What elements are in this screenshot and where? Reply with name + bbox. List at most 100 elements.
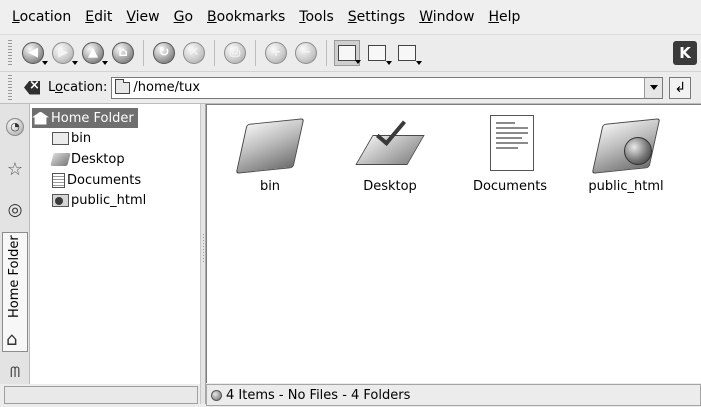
preview-dropdown-icon	[416, 61, 422, 65]
tree-item-label: bin	[71, 130, 92, 146]
location-toolbar-grip[interactable]	[8, 74, 12, 101]
menu-edit[interactable]: Edit	[78, 9, 119, 25]
sidebar-status-bar	[4, 386, 198, 404]
zoom-in-button[interactable]: +	[263, 40, 289, 66]
detail-view-dropdown-icon	[386, 61, 392, 65]
folder-tree: Home Folder bin Desktop Documents public…	[30, 104, 200, 384]
menu-bar: Location Edit View Go Bookmarks Tools Se…	[0, 0, 701, 34]
stop-button[interactable]: ✕	[181, 40, 207, 66]
zoom-out-icon: −	[295, 42, 317, 64]
toolbar-separator	[255, 40, 256, 66]
print-button[interactable]: ⎙	[222, 40, 248, 66]
file-item-label: public_html	[588, 179, 664, 194]
menu-tools[interactable]: Tools	[292, 9, 341, 25]
tree-item-label: public_html	[71, 192, 147, 208]
file-item-documents[interactable]: Documents	[455, 115, 565, 205]
icon-view-button[interactable]	[334, 40, 361, 66]
sidebar-tab-strip: ◔ ☆ ◎ Home Folder ⌂ ᗰ	[0, 104, 30, 384]
file-item-bin[interactable]: bin	[215, 115, 325, 205]
preview-button[interactable]	[394, 40, 422, 66]
file-item-public-html[interactable]: public_html	[571, 115, 681, 205]
file-icon-view: bin Desktop Documents public_html	[206, 104, 701, 383]
menu-location[interactable]: Location	[5, 9, 78, 25]
folder-icon	[115, 78, 131, 94]
home-folder-icon	[32, 111, 49, 125]
web-folder-icon	[591, 115, 661, 174]
back-button[interactable]: ◀	[20, 40, 48, 66]
main-toolbar: ◀ ▶ ▲ ⌂ ↻ ✕ ⎙ + − K	[0, 34, 701, 72]
reload-button[interactable]: ↻	[151, 40, 177, 66]
detail-view-button[interactable]	[364, 40, 392, 66]
tree-item-label: Documents	[67, 172, 142, 188]
folder-icon	[235, 115, 305, 174]
file-item-label: Documents	[472, 179, 548, 194]
location-label: Location:	[48, 80, 108, 95]
tree-item-documents[interactable]: Documents	[52, 170, 141, 190]
desktop-icon	[355, 114, 425, 171]
tree-item-desktop[interactable]: Desktop	[50, 149, 125, 169]
home-folder-tab[interactable]: Home Folder ⌂	[2, 232, 28, 352]
toolbar-separator	[326, 40, 327, 66]
tree-item-label: Desktop	[71, 151, 125, 167]
bookmarks-tab[interactable]: ☆	[4, 158, 26, 180]
menu-view[interactable]: View	[119, 9, 166, 25]
zoom-out-button[interactable]: −	[293, 40, 319, 66]
forward-button[interactable]: ▶	[50, 40, 78, 66]
status-bar: 4 Items - No Files - 4 Folders	[206, 384, 701, 406]
clear-location-icon[interactable]	[24, 80, 40, 95]
services-tab[interactable]: ◎	[4, 199, 26, 221]
icon-view-icon	[338, 45, 356, 61]
up-icon: ▲	[82, 42, 104, 64]
network-tab-icon: ᗰ	[9, 365, 21, 381]
toolbar-separator	[214, 40, 215, 66]
toolbar-separator	[143, 40, 144, 66]
services-tab-icon: ◎	[7, 200, 23, 220]
menu-help[interactable]: Help	[481, 9, 527, 25]
detail-view-icon	[368, 45, 386, 61]
home-folder-tab-label: Home Folder	[7, 235, 22, 318]
menu-window[interactable]: Window	[412, 9, 481, 25]
back-dropdown-icon	[42, 61, 48, 65]
chevron-down-icon	[649, 85, 658, 90]
forward-icon: ▶	[52, 42, 74, 64]
home-tab-icon: ⌂	[6, 329, 18, 350]
icon-view-dropdown-icon	[355, 60, 361, 64]
folder-icon	[52, 131, 69, 145]
location-toolbar: Location: /home/tux ↲	[0, 72, 701, 104]
go-button[interactable]: ↲	[669, 76, 692, 99]
web-folder-icon	[52, 193, 69, 207]
location-input[interactable]: /home/tux	[111, 76, 664, 99]
file-item-label: Desktop	[363, 179, 417, 194]
forward-dropdown-icon	[72, 61, 78, 65]
history-tab-icon: ◔	[6, 118, 24, 136]
location-value: /home/tux	[133, 80, 201, 95]
menu-settings[interactable]: Settings	[341, 9, 412, 25]
tree-root-home-folder[interactable]: Home Folder	[32, 108, 138, 128]
print-icon: ⎙	[224, 42, 246, 64]
bookmarks-tab-icon: ☆	[6, 158, 24, 180]
status-indicator-icon	[211, 389, 222, 401]
status-text: 4 Items - No Files - 4 Folders	[226, 387, 411, 403]
document-icon	[52, 172, 65, 188]
location-dropdown-button[interactable]	[644, 77, 663, 98]
home-icon: ⌂	[112, 42, 134, 64]
toolbar-grip[interactable]	[8, 40, 12, 66]
desktop-icon	[50, 152, 71, 166]
tree-item-label: Home Folder	[51, 110, 134, 126]
tree-item-bin[interactable]: bin	[52, 128, 91, 148]
back-icon: ◀	[22, 42, 44, 64]
up-button[interactable]: ▲	[80, 40, 108, 66]
preview-icon	[398, 45, 416, 61]
menu-bookmarks[interactable]: Bookmarks	[200, 9, 292, 25]
reload-icon: ↻	[153, 42, 175, 64]
menu-go[interactable]: Go	[167, 9, 200, 25]
network-tab[interactable]: ᗰ	[4, 362, 26, 384]
kde-logo-icon: K	[673, 41, 697, 65]
document-icon	[482, 115, 538, 171]
history-tab[interactable]: ◔	[4, 116, 26, 138]
tree-item-public-html[interactable]: public_html	[52, 190, 146, 210]
file-item-desktop[interactable]: Desktop	[335, 114, 445, 205]
home-button[interactable]: ⌂	[110, 40, 136, 66]
file-item-label: bin	[259, 179, 281, 194]
zoom-in-icon: +	[265, 42, 287, 64]
